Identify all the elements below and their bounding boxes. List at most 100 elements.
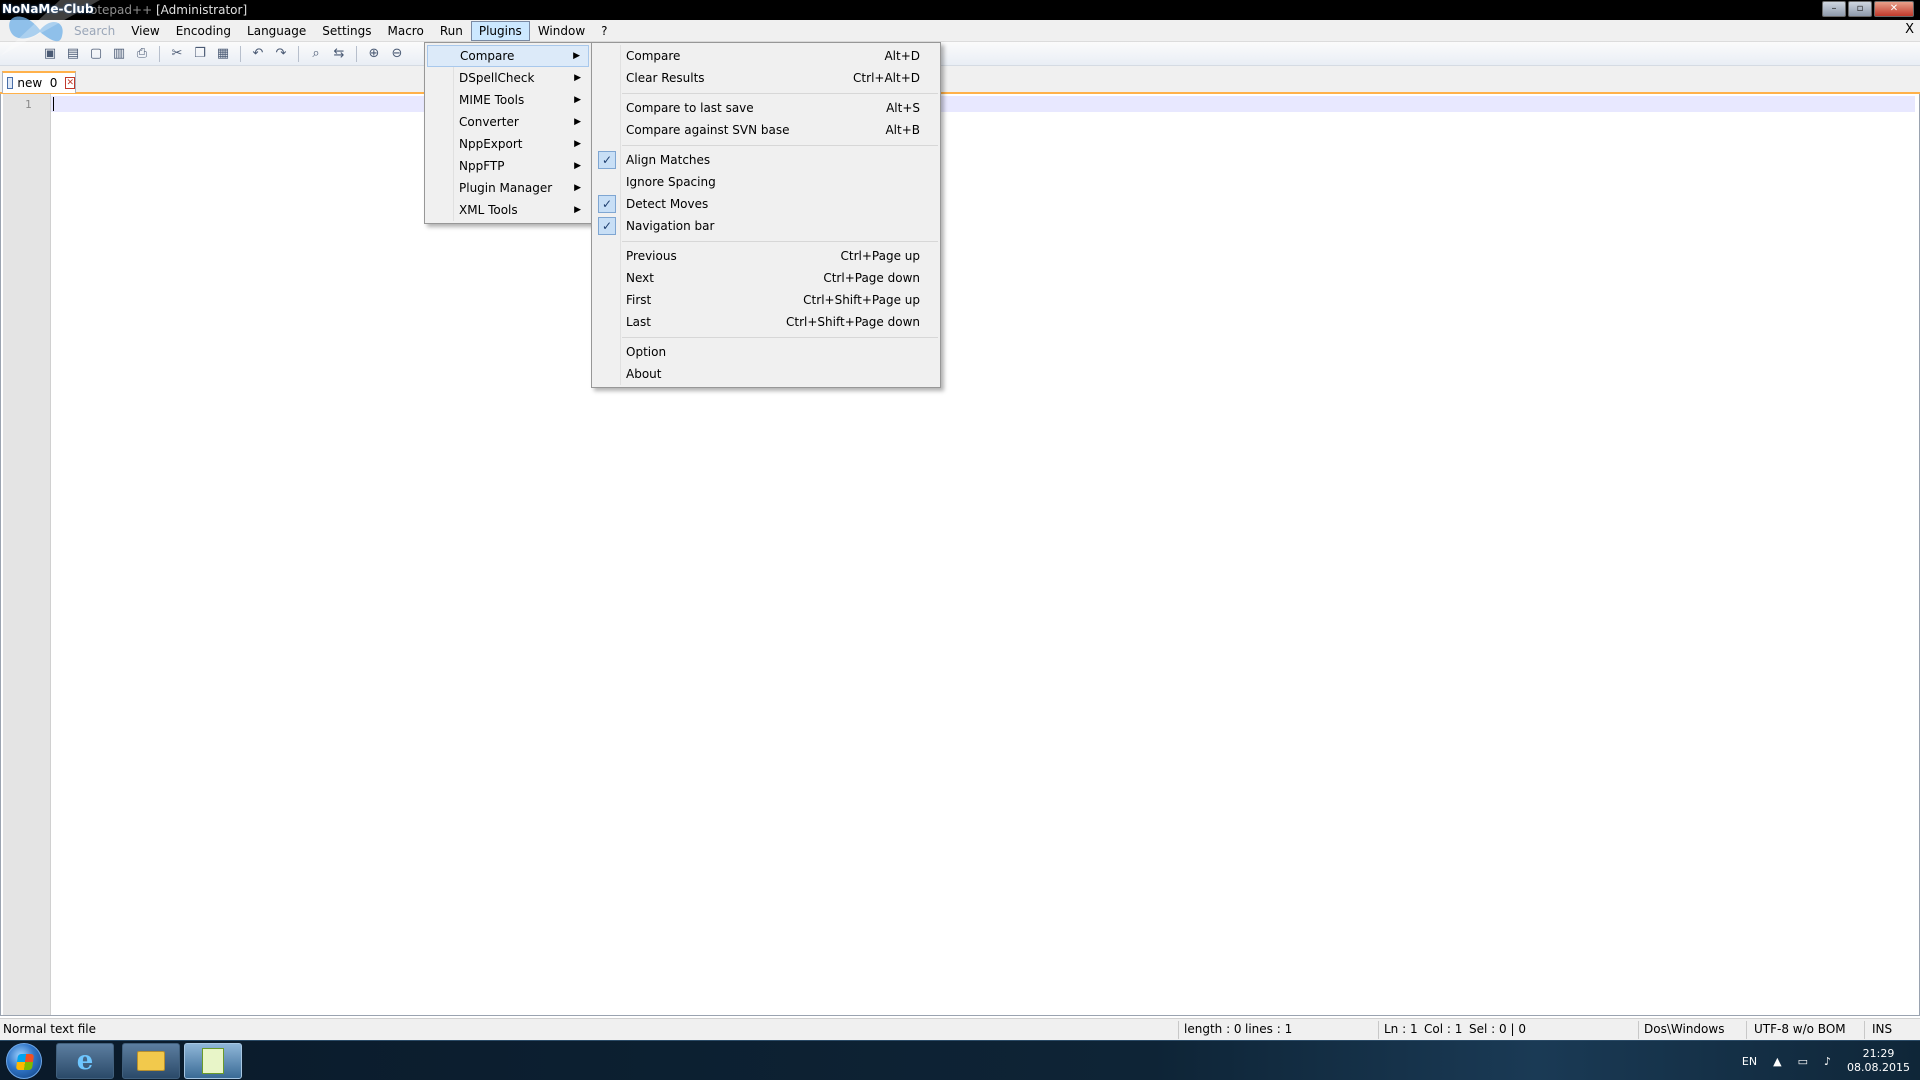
status-sel: Sel : 0 | 0 bbox=[1469, 1022, 1526, 1036]
menu-search[interactable]: Search bbox=[66, 21, 123, 41]
menu-bar: Search View Encoding Language Settings M… bbox=[0, 20, 1920, 42]
taskbar-notepad-plus-plus[interactable] bbox=[184, 1043, 242, 1079]
menu-item-label: Next bbox=[626, 271, 654, 285]
checkmark-icon: ✓ bbox=[598, 151, 616, 169]
internet-explorer-icon: e bbox=[76, 1046, 94, 1076]
menu-item-label: MIME Tools bbox=[459, 93, 525, 107]
redo-icon[interactable]: ↷ bbox=[271, 44, 291, 64]
submenu-arrow-icon: ▶ bbox=[573, 51, 580, 61]
compare-item-about[interactable]: About bbox=[594, 363, 938, 385]
plugins-item-plugin-manager[interactable]: Plugin Manager ▶ bbox=[427, 177, 589, 199]
find-icon[interactable]: ⌕ bbox=[306, 44, 326, 64]
plugins-item-converter[interactable]: Converter ▶ bbox=[427, 111, 589, 133]
save-icon[interactable]: ▣ bbox=[40, 44, 60, 64]
menu-run[interactable]: Run bbox=[432, 21, 471, 41]
line-number-gutter: 1 bbox=[3, 94, 51, 1015]
windows-logo-icon bbox=[15, 1054, 35, 1070]
compare-item-ignore-spacing[interactable]: Ignore Spacing bbox=[594, 171, 938, 193]
network-icon[interactable]: ▭ bbox=[1798, 1055, 1808, 1068]
zoom-out-icon[interactable]: ⊖ bbox=[387, 44, 407, 64]
plugins-item-mime-tools[interactable]: MIME Tools ▶ bbox=[427, 89, 589, 111]
text-caret bbox=[53, 97, 54, 111]
menu-macro[interactable]: Macro bbox=[379, 21, 431, 41]
menu-settings[interactable]: Settings bbox=[314, 21, 379, 41]
toolbar-separator bbox=[159, 45, 160, 62]
compare-item-option[interactable]: Option bbox=[594, 341, 938, 363]
toolbar-separator bbox=[240, 45, 241, 62]
menu-item-label: NppFTP bbox=[459, 159, 505, 173]
close-all-icon[interactable]: ▥ bbox=[109, 44, 129, 64]
menu-item-label: Converter bbox=[459, 115, 519, 129]
window-title-admin: [Administrator] bbox=[155, 3, 248, 17]
text-editor[interactable]: 1 bbox=[0, 94, 1920, 1016]
compare-item-previous[interactable]: Previous Ctrl+Page up bbox=[594, 245, 938, 267]
menu-item-label: Option bbox=[626, 345, 667, 359]
replace-icon[interactable]: ⇆ bbox=[329, 44, 349, 64]
current-line-highlight bbox=[51, 96, 1915, 112]
status-insert-mode: INS bbox=[1872, 1022, 1893, 1036]
zoom-in-icon[interactable]: ⊕ bbox=[364, 44, 384, 64]
print-icon[interactable]: ⎙ bbox=[132, 44, 152, 64]
clock[interactable]: 21:29 08.08.2015 bbox=[1847, 1047, 1910, 1075]
minimize-button[interactable]: – bbox=[1822, 1, 1846, 17]
compare-item-compare[interactable]: Compare Alt+D bbox=[594, 45, 938, 67]
compare-item-compare-svn-base[interactable]: Compare against SVN base Alt+B bbox=[594, 119, 938, 141]
undo-icon[interactable]: ↶ bbox=[248, 44, 268, 64]
tab-new-0[interactable]: new 0 ✕ bbox=[2, 71, 76, 93]
plugins-item-compare[interactable]: Compare ▶ bbox=[427, 45, 589, 67]
line-number: 1 bbox=[25, 98, 32, 111]
language-indicator[interactable]: EN bbox=[1742, 1055, 1757, 1068]
menu-item-label: XML Tools bbox=[459, 203, 518, 217]
menu-separator bbox=[622, 145, 938, 146]
menu-item-label: DSpellCheck bbox=[459, 71, 535, 85]
menu-item-shortcut: Ctrl+Page up bbox=[840, 249, 921, 263]
maximize-button[interactable]: ▫ bbox=[1848, 1, 1872, 17]
folder-icon bbox=[137, 1051, 165, 1071]
menu-separator bbox=[622, 241, 938, 242]
close-document-button[interactable]: X bbox=[1905, 22, 1914, 37]
plugins-item-xml-tools[interactable]: XML Tools ▶ bbox=[427, 199, 589, 221]
menu-language[interactable]: Language bbox=[239, 21, 314, 41]
menu-item-label: NppExport bbox=[459, 137, 523, 151]
volume-icon[interactable]: ♪ bbox=[1824, 1055, 1831, 1068]
compare-item-align-matches[interactable]: ✓ Align Matches bbox=[594, 149, 938, 171]
copy-icon[interactable]: ❐ bbox=[190, 44, 210, 64]
show-hidden-icons-icon[interactable]: ▲ bbox=[1773, 1055, 1781, 1068]
menu-encoding[interactable]: Encoding bbox=[168, 21, 239, 41]
menu-item-shortcut: Ctrl+Shift+Page down bbox=[786, 315, 920, 329]
tab-close-icon[interactable]: ✕ bbox=[65, 77, 75, 89]
menu-item-label: Clear Results bbox=[626, 71, 705, 85]
menu-window[interactable]: Window bbox=[530, 21, 593, 41]
close-file-icon[interactable]: ▢ bbox=[86, 44, 106, 64]
taskbar-internet-explorer[interactable]: e bbox=[56, 1043, 114, 1079]
compare-item-detect-moves[interactable]: ✓ Detect Moves bbox=[594, 193, 938, 215]
toolbar-separator bbox=[356, 45, 357, 62]
plugins-item-nppexport[interactable]: NppExport ▶ bbox=[427, 133, 589, 155]
submenu-arrow-icon: ▶ bbox=[574, 117, 581, 127]
start-button[interactable] bbox=[6, 1043, 42, 1079]
compare-item-compare-to-last-save[interactable]: Compare to last save Alt+S bbox=[594, 97, 938, 119]
menu-item-label: Previous bbox=[626, 249, 677, 263]
menu-view[interactable]: View bbox=[123, 21, 167, 41]
plugins-item-dspellcheck[interactable]: DSpellCheck ▶ bbox=[427, 67, 589, 89]
save-all-icon[interactable]: ▤ bbox=[63, 44, 83, 64]
status-divider bbox=[1378, 1021, 1379, 1039]
menu-plugins[interactable]: Plugins bbox=[470, 20, 530, 41]
compare-item-last[interactable]: Last Ctrl+Shift+Page down bbox=[594, 311, 938, 333]
compare-item-next[interactable]: Next Ctrl+Page down bbox=[594, 267, 938, 289]
plugins-item-nppftp[interactable]: NppFTP ▶ bbox=[427, 155, 589, 177]
compare-item-clear-results[interactable]: Clear Results Ctrl+Alt+D bbox=[594, 67, 938, 89]
taskbar: e EN ▲ ▭ ♪ 21:29 08.08.2015 bbox=[0, 1040, 1920, 1080]
close-window-button[interactable]: ✕ bbox=[1874, 1, 1914, 17]
status-divider bbox=[1864, 1021, 1865, 1039]
menu-help[interactable]: ? bbox=[593, 21, 615, 41]
compare-item-navigation-bar[interactable]: ✓ Navigation bar bbox=[594, 215, 938, 237]
submenu-arrow-icon: ▶ bbox=[574, 139, 581, 149]
tab-bar: new 0 ✕ bbox=[0, 66, 1920, 94]
menu-item-label: Align Matches bbox=[626, 153, 711, 167]
cut-icon[interactable]: ✂ bbox=[167, 44, 187, 64]
paste-icon[interactable]: ▦ bbox=[213, 44, 233, 64]
menu-item-label: About bbox=[626, 367, 662, 381]
compare-item-first[interactable]: First Ctrl+Shift+Page up bbox=[594, 289, 938, 311]
taskbar-file-explorer[interactable] bbox=[122, 1043, 180, 1079]
